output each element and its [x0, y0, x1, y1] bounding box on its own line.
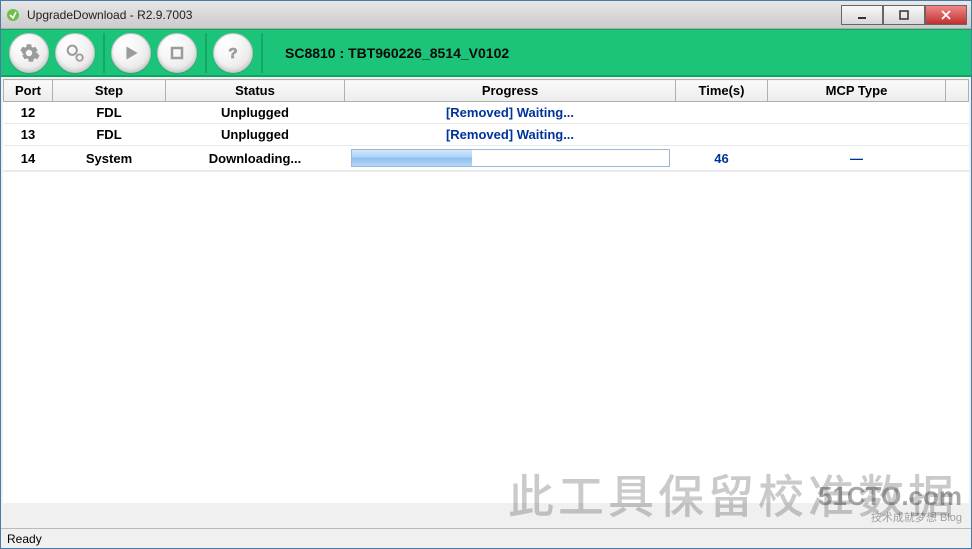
- play-button[interactable]: [111, 33, 151, 73]
- progress-text: [Removed] Waiting...: [446, 105, 574, 120]
- window-controls: [841, 5, 967, 25]
- cell-mcp: [768, 124, 946, 146]
- cell-status: Unplugged: [166, 124, 345, 146]
- progress-bar: [351, 149, 670, 167]
- cell-step: FDL: [53, 124, 166, 146]
- cell-progress: [Removed] Waiting...: [345, 102, 676, 124]
- settings2-button[interactable]: [55, 33, 95, 73]
- help-button[interactable]: ?: [213, 33, 253, 73]
- app-icon: [5, 7, 21, 23]
- table-row[interactable]: 14 System Downloading... 46 —: [4, 146, 969, 171]
- maximize-icon: [898, 9, 910, 21]
- window-title: UpgradeDownload - R2.9.7003: [27, 8, 841, 22]
- col-header-status[interactable]: Status: [166, 80, 345, 102]
- question-icon: ?: [223, 43, 243, 63]
- table-header-row: Port Step Status Progress Time(s) MCP Ty…: [4, 80, 969, 102]
- minimize-button[interactable]: [841, 5, 883, 25]
- close-button[interactable]: [925, 5, 967, 25]
- minimize-icon: [856, 9, 868, 21]
- cell-progress: [Removed] Waiting...: [345, 124, 676, 146]
- stop-icon: [167, 43, 187, 63]
- table-row[interactable]: 12 FDL Unplugged [Removed] Waiting...: [4, 102, 969, 124]
- gears-icon: [64, 42, 86, 64]
- col-header-mcp[interactable]: MCP Type: [768, 80, 946, 102]
- cell-mcp: —: [768, 146, 946, 171]
- maximize-button[interactable]: [883, 5, 925, 25]
- cell-step: System: [53, 146, 166, 171]
- cell-port: 13: [4, 124, 53, 146]
- col-header-progress[interactable]: Progress: [345, 80, 676, 102]
- cell-progress: [345, 146, 676, 171]
- toolbar-group-help: ?: [213, 33, 263, 73]
- download-table: Port Step Status Progress Time(s) MCP Ty…: [3, 79, 969, 171]
- cell-time: [676, 102, 768, 124]
- col-header-time[interactable]: Time(s): [676, 80, 768, 102]
- progress-text: [Removed] Waiting...: [446, 127, 574, 142]
- status-text: Ready: [7, 532, 42, 546]
- cell-port: 12: [4, 102, 53, 124]
- statusbar: Ready: [1, 528, 971, 548]
- table-empty-area: [3, 171, 969, 503]
- toolbar: ? SC8810 : TBT960226_8514_V0102: [1, 29, 971, 77]
- stop-button[interactable]: [157, 33, 197, 73]
- main-content: Port Step Status Progress Time(s) MCP Ty…: [1, 77, 971, 528]
- cell-time: [676, 124, 768, 146]
- cell-status: Unplugged: [166, 102, 345, 124]
- col-header-step[interactable]: Step: [53, 80, 166, 102]
- play-icon: [121, 43, 141, 63]
- cell-time: 46: [676, 146, 768, 171]
- table-row[interactable]: 13 FDL Unplugged [Removed] Waiting...: [4, 124, 969, 146]
- settings-button[interactable]: [9, 33, 49, 73]
- col-header-port[interactable]: Port: [4, 80, 53, 102]
- toolbar-group-settings: [9, 33, 105, 73]
- gear-icon: [18, 42, 40, 64]
- cell-mcp: [768, 102, 946, 124]
- cell-step: FDL: [53, 102, 166, 124]
- close-icon: [940, 9, 952, 21]
- col-header-spacer: [946, 80, 969, 102]
- svg-text:?: ?: [228, 45, 237, 62]
- titlebar[interactable]: UpgradeDownload - R2.9.7003: [1, 1, 971, 29]
- app-window: UpgradeDownload - R2.9.7003: [0, 0, 972, 549]
- cell-status: Downloading...: [166, 146, 345, 171]
- cell-port: 14: [4, 146, 53, 171]
- device-info-label: SC8810 : TBT960226_8514_V0102: [269, 45, 509, 61]
- progress-bar-fill: [352, 150, 472, 166]
- toolbar-group-run: [111, 33, 207, 73]
